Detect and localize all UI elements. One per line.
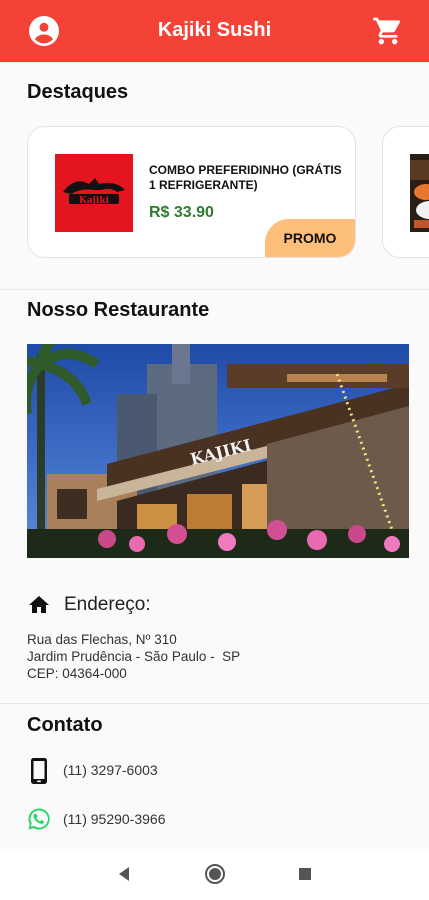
whatsapp-number[interactable]: (11) 95290-3966 <box>63 811 165 827</box>
shopping-cart-icon[interactable] <box>372 15 404 47</box>
address-text: Rua das Flechas, Nº 310 Jardim Prudência… <box>27 631 240 682</box>
smartphone-icon <box>31 758 47 784</box>
product-image: Kajiki <box>55 154 133 232</box>
system-nav-bar <box>0 849 429 900</box>
address-line: Jardim Prudência - São Paulo - SP <box>27 649 241 664</box>
highlights-title: Destaques <box>27 81 129 103</box>
appbar-divider <box>0 62 429 63</box>
restaurant-photo: KAJIKI <box>27 344 409 558</box>
contact-title: Contato <box>27 714 103 736</box>
home-icon <box>29 596 49 613</box>
kajiki-logo-icon: Kajiki <box>55 154 133 232</box>
section-divider <box>0 703 429 704</box>
product-price: R$ 33.90 <box>149 204 214 221</box>
home-circle-icon[interactable] <box>204 863 226 885</box>
address-line: Rua das Flechas, Nº 310 <box>27 632 177 647</box>
product-name: COMBO PREFERIDINHO (GRÁTIS 1 REFRIGERANT… <box>149 163 342 192</box>
address-label: Endereço: <box>64 594 151 615</box>
back-icon[interactable] <box>116 866 132 882</box>
recents-icon[interactable] <box>298 867 312 881</box>
address-line: CEP: 04364-000 <box>27 666 127 681</box>
logo-text: Kajiki <box>79 196 110 206</box>
highlights-carousel[interactable]: Kajiki COMBO PREFERIDINHO (GRÁTIS 1 REFR… <box>0 124 429 260</box>
phone-number[interactable]: (11) 3297-6003 <box>63 762 158 778</box>
whatsapp-icon <box>28 808 50 830</box>
restaurant-title: Nosso Restaurante <box>27 299 210 321</box>
product-image <box>410 154 429 232</box>
app-bar: Kajiki Sushi <box>0 0 429 62</box>
product-photo <box>410 154 429 232</box>
highlight-card[interactable]: Kajiki COMBO PREFERIDINHO (GRÁTIS 1 REFR… <box>27 126 356 258</box>
promo-badge: PROMO <box>265 219 355 257</box>
section-divider <box>0 289 429 290</box>
highlight-card-partial[interactable] <box>382 126 429 258</box>
restaurant-facade-image: KAJIKI <box>27 344 409 558</box>
app-title: Kajiki Sushi <box>157 19 272 41</box>
